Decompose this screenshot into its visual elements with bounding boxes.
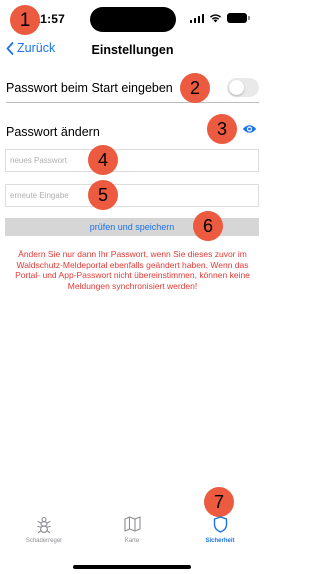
tab-label: Sicherheit bbox=[205, 538, 235, 544]
marker-1: 1 bbox=[10, 5, 40, 35]
divider bbox=[6, 102, 259, 103]
back-button-label: Zurück bbox=[17, 41, 56, 55]
marker-6: 6 bbox=[193, 211, 223, 241]
bug-icon bbox=[37, 516, 51, 534]
tab-sicherheit[interactable]: Sicherheit bbox=[185, 516, 255, 544]
marker-5: 5 bbox=[88, 180, 118, 210]
toggle-knob bbox=[229, 80, 244, 95]
dynamic-island bbox=[90, 7, 176, 32]
password-on-start-label: Passwort beim Start eingeben bbox=[6, 81, 173, 95]
tab-schaderreger[interactable]: Schaderreger bbox=[9, 516, 79, 544]
chevron-left-icon bbox=[6, 41, 14, 55]
marker-2: 2 bbox=[180, 73, 210, 103]
wifi-icon bbox=[210, 14, 221, 23]
password-on-start-toggle[interactable] bbox=[227, 78, 259, 97]
password-warning-text: Ändern Sie nur dann Ihr Passwort, wenn S… bbox=[15, 249, 250, 291]
battery-icon bbox=[227, 13, 250, 23]
back-button[interactable]: Zurück bbox=[6, 41, 55, 55]
shield-icon bbox=[213, 516, 227, 533]
status-icons bbox=[189, 13, 250, 23]
tab-bar: Schaderreger Karte Sicherheit bbox=[0, 516, 265, 556]
new-password-field[interactable] bbox=[5, 149, 259, 172]
tab-label: Karte bbox=[124, 538, 140, 544]
map-icon bbox=[123, 516, 141, 532]
repeat-password-field[interactable] bbox=[5, 184, 259, 207]
eye-icon[interactable] bbox=[242, 124, 257, 134]
marker-3: 3 bbox=[207, 114, 237, 144]
home-indicator bbox=[73, 565, 191, 569]
tab-karte[interactable]: Karte bbox=[97, 516, 167, 544]
change-password-label: Passwort ändern bbox=[6, 125, 100, 139]
marker-4: 4 bbox=[88, 145, 118, 175]
tab-label: Schaderreger bbox=[25, 538, 63, 544]
marker-7: 7 bbox=[204, 487, 234, 517]
navigation-bar: Zurück Einstellungen bbox=[0, 38, 265, 62]
cellular-signal-icon bbox=[189, 13, 204, 23]
